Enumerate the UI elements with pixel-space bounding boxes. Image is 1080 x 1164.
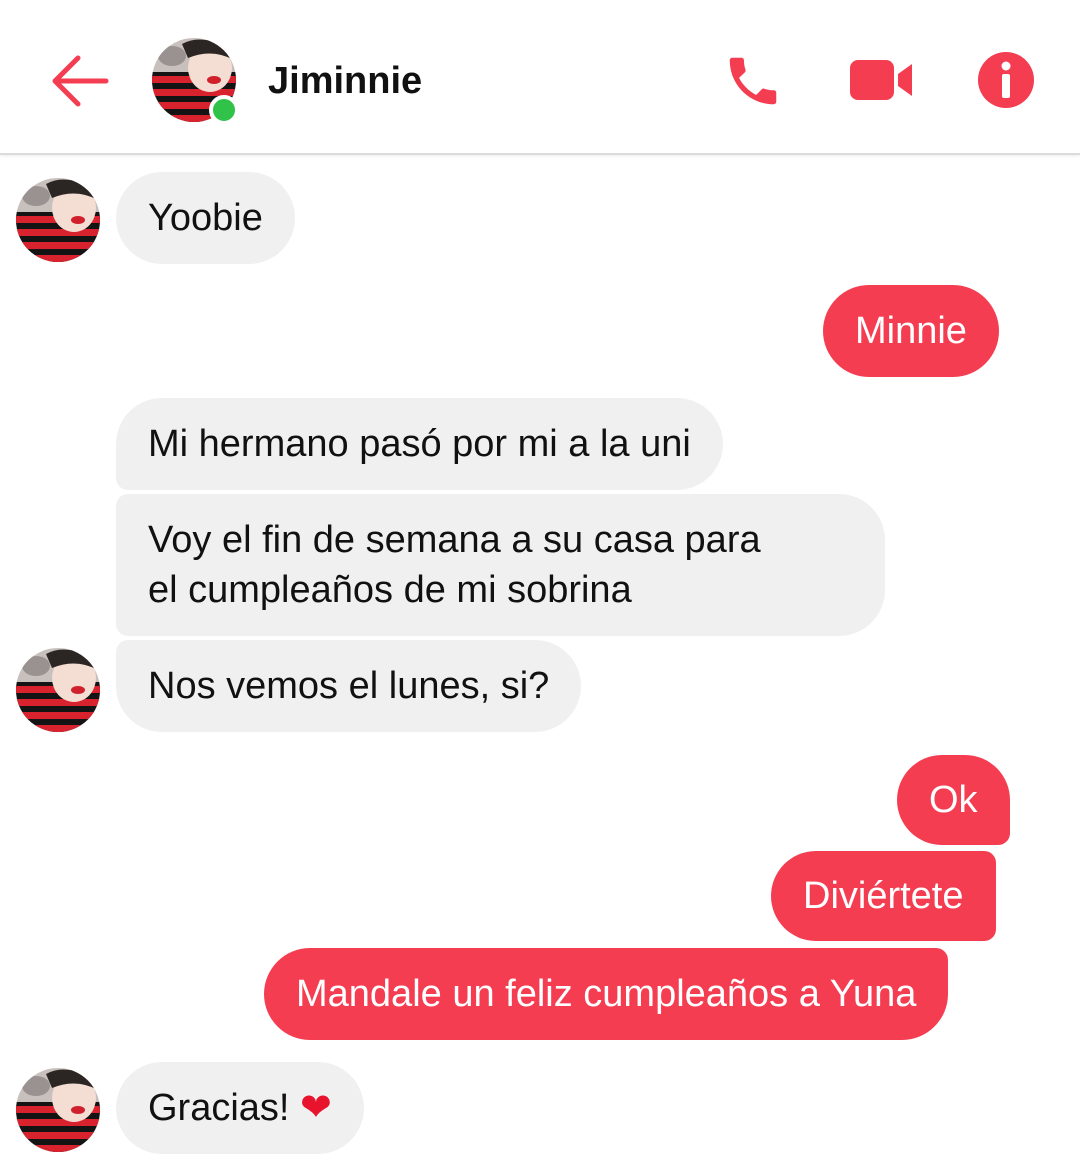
message-text-line: el cumpleaños de mi sobrina (148, 569, 632, 611)
incoming-message-bubble[interactable]: Nos vemos el lunes, si? (116, 640, 582, 732)
message-text: Mi hermano pasó por mi a la uni (148, 423, 691, 465)
online-status-dot (209, 95, 239, 125)
outgoing-message-bubble[interactable]: Mandale un feliz cumpleaños a Yuna (264, 948, 949, 1040)
conversation-header: Jiminnie (0, 0, 1080, 155)
message-text: Gracias! (148, 1087, 301, 1129)
back-arrow-icon[interactable] (48, 52, 110, 110)
incoming-message-bubble[interactable]: Voy el fin de semana a su casa para el c… (116, 494, 885, 636)
outgoing-message-bubble[interactable]: Minnie (823, 285, 999, 377)
message-text: Ok (929, 779, 978, 821)
contact-avatar[interactable] (16, 178, 100, 262)
incoming-message-bubble[interactable]: Gracias! ❤ (116, 1062, 364, 1154)
message-text-line: Voy el fin de semana a su casa para (148, 519, 761, 561)
contact-avatar[interactable] (16, 1068, 100, 1152)
incoming-message-bubble[interactable]: Yoobie (116, 172, 295, 264)
message-text: Mandale un feliz cumpleaños a Yuna (296, 973, 917, 1015)
outgoing-message-bubble[interactable]: Diviértete (771, 851, 996, 941)
outgoing-message-bubble[interactable]: Ok (897, 755, 1010, 845)
message-text: Yoobie (148, 197, 263, 239)
phone-icon[interactable] (722, 50, 784, 112)
info-icon[interactable] (976, 50, 1036, 110)
heart-emoji-icon: ❤ (300, 1087, 332, 1129)
contact-name[interactable]: Jiminnie (268, 60, 422, 103)
message-text: Diviértete (803, 875, 964, 917)
contact-avatar[interactable] (16, 648, 100, 732)
video-camera-icon[interactable] (848, 56, 916, 104)
message-text: Nos vemos el lunes, si? (148, 665, 550, 707)
incoming-message-bubble[interactable]: Mi hermano pasó por mi a la uni (116, 398, 723, 490)
message-text: Minnie (855, 310, 967, 352)
